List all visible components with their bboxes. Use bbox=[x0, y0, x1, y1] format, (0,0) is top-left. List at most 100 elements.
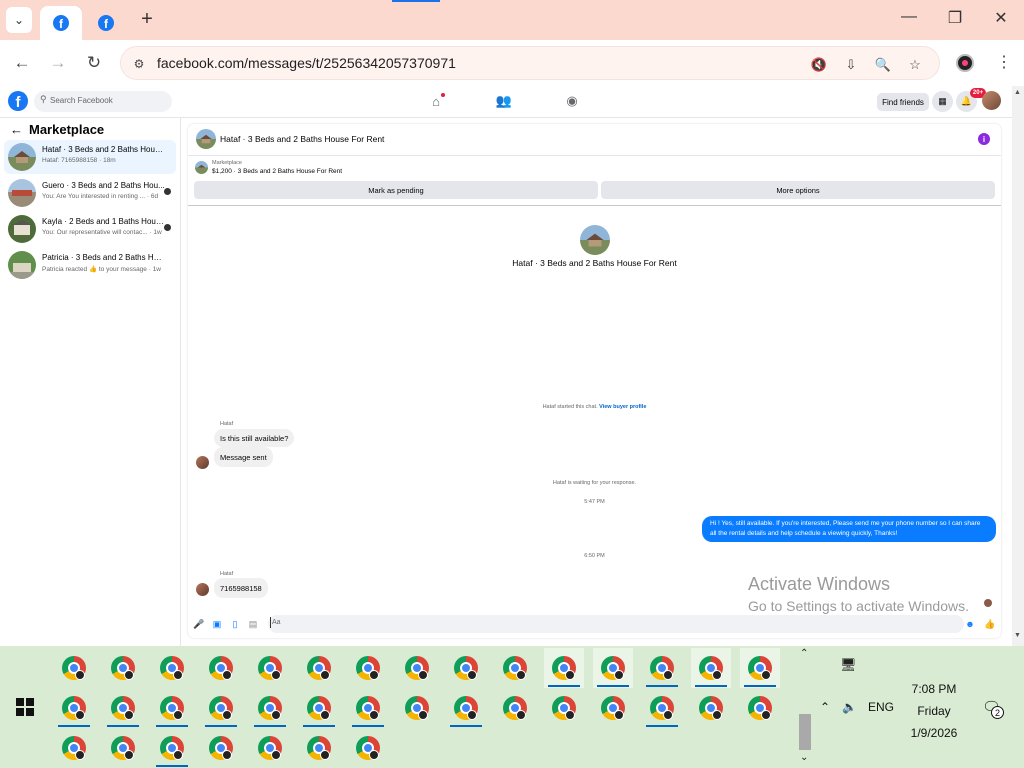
forward-button[interactable]: → bbox=[46, 51, 70, 75]
sender-avatar[interactable] bbox=[196, 583, 209, 596]
chrome-profile-taskbar-icon[interactable] bbox=[201, 648, 241, 688]
chrome-profile-taskbar-icon[interactable] bbox=[201, 688, 241, 728]
chrome-profile-taskbar-icon[interactable] bbox=[103, 648, 143, 688]
like-thumbs-up-icon[interactable]: 👍 bbox=[984, 618, 996, 630]
incoming-message[interactable]: 7165988158 bbox=[214, 578, 268, 598]
reload-button[interactable]: ↻ bbox=[82, 51, 106, 75]
house-thumbnail[interactable] bbox=[195, 161, 208, 174]
action-center-icon[interactable]: 🗨 2 bbox=[982, 698, 1004, 719]
incoming-message[interactable]: Is this still available? bbox=[214, 429, 295, 447]
chrome-profile-taskbar-icon[interactable] bbox=[348, 648, 388, 688]
maximize-button[interactable]: ❐ bbox=[940, 8, 970, 28]
chrome-profile-taskbar-icon[interactable] bbox=[250, 688, 290, 728]
chrome-profile-taskbar-icon[interactable] bbox=[446, 648, 486, 688]
chrome-profile-taskbar-icon[interactable] bbox=[740, 688, 780, 728]
chrome-profile-taskbar-icon[interactable] bbox=[54, 728, 94, 768]
chrome-profile-taskbar-icon[interactable] bbox=[54, 688, 94, 728]
emoji-icon[interactable]: ☻ bbox=[964, 618, 976, 630]
volume-icon[interactable]: 🔈 bbox=[842, 700, 857, 714]
listing-price-title[interactable]: $1,200 · 3 Beds and 2 Baths House For Re… bbox=[212, 168, 342, 175]
language-indicator[interactable]: ENG bbox=[868, 700, 894, 714]
chrome-profile-taskbar-icon[interactable] bbox=[544, 688, 584, 728]
zoom-icon[interactable]: 🔍 bbox=[873, 55, 893, 75]
view-buyer-profile-link[interactable]: View buyer profile bbox=[599, 404, 646, 410]
chrome-profile-taskbar-icon[interactable] bbox=[740, 648, 780, 688]
bookmark-star-icon[interactable]: ☆ bbox=[905, 55, 925, 75]
chrome-profile-taskbar-icon[interactable] bbox=[397, 688, 437, 728]
desktop-icon[interactable]: 🖥 bbox=[840, 657, 860, 673]
scroll-up-icon[interactable]: ▲ bbox=[1014, 89, 1021, 96]
chrome-profile-taskbar-icon[interactable] bbox=[642, 648, 682, 688]
chrome-profile-taskbar-icon[interactable] bbox=[103, 728, 143, 768]
chrome-profile-taskbar-icon[interactable] bbox=[103, 688, 143, 728]
system-clock[interactable]: 7:08 PM Friday 1/9/2026 bbox=[898, 678, 970, 744]
chrome-profile-taskbar-icon[interactable] bbox=[348, 688, 388, 728]
install-app-icon[interactable]: ⇩ bbox=[841, 55, 861, 75]
search-facebook-input[interactable]: ⚲ Search Facebook bbox=[34, 91, 172, 112]
scroll-down-icon[interactable]: ▼ bbox=[1014, 632, 1021, 639]
show-hidden-icons-chevron-icon[interactable]: ⌃ bbox=[820, 700, 830, 714]
chrome-profile-taskbar-icon[interactable] bbox=[593, 688, 633, 728]
windows-start-icon[interactable] bbox=[16, 698, 34, 716]
friends-icon[interactable]: 👥 bbox=[495, 93, 513, 109]
conversation-item-guero[interactable]: Guero · 3 Beds and 2 Baths Hou... You: A… bbox=[4, 176, 176, 210]
menu-grid-icon[interactable]: ▦ bbox=[932, 91, 953, 112]
page-scrollbar[interactable]: ▲ ▼ bbox=[1012, 86, 1024, 646]
back-arrow-icon[interactable]: ← bbox=[10, 122, 23, 137]
outgoing-message[interactable]: Hi ! Yes, still available. If you're int… bbox=[702, 516, 996, 542]
chrome-profile-taskbar-icon[interactable] bbox=[691, 648, 731, 688]
chrome-profile-taskbar-icon[interactable] bbox=[446, 688, 486, 728]
house-thumbnail-large[interactable] bbox=[580, 225, 610, 255]
back-button[interactable]: ← bbox=[10, 51, 34, 75]
chrome-profile-taskbar-icon[interactable] bbox=[299, 688, 339, 728]
tab-facebook-messages[interactable]: f bbox=[40, 6, 82, 40]
chrome-profile-taskbar-icon[interactable] bbox=[250, 728, 290, 768]
chrome-profile-taskbar-icon[interactable] bbox=[299, 728, 339, 768]
chrome-profile-taskbar-icon[interactable] bbox=[348, 728, 388, 768]
chrome-profile-taskbar-icon[interactable] bbox=[54, 648, 94, 688]
chrome-profile-taskbar-icon[interactable] bbox=[152, 648, 192, 688]
chrome-profile-taskbar-icon[interactable] bbox=[201, 728, 241, 768]
chrome-profile-taskbar-icon[interactable] bbox=[642, 688, 682, 728]
photo-icon[interactable]: ▣ bbox=[211, 618, 223, 630]
find-friends-button[interactable]: Find friends bbox=[877, 93, 929, 111]
conversation-item-patricia[interactable]: Patricia · 3 Beds and 2 Baths Hous... Pa… bbox=[4, 248, 176, 282]
chrome-profile-taskbar-icon[interactable] bbox=[152, 688, 192, 728]
chrome-profile-taskbar-icon[interactable] bbox=[495, 648, 535, 688]
incoming-message[interactable]: Message sent bbox=[214, 447, 273, 467]
facebook-logo-icon[interactable]: f bbox=[8, 91, 28, 111]
chrome-profile-taskbar-icon[interactable] bbox=[250, 648, 290, 688]
new-tab-button[interactable]: + bbox=[136, 8, 158, 31]
message-input[interactable]: Aa bbox=[268, 615, 964, 633]
chrome-profile-taskbar-icon[interactable] bbox=[299, 648, 339, 688]
mute-tab-icon[interactable]: 🔇 bbox=[809, 55, 829, 75]
conversation-item-hataf[interactable]: Hataf · 3 Beds and 2 Baths House ... Hat… bbox=[4, 140, 176, 174]
chrome-profile-taskbar-icon[interactable] bbox=[397, 648, 437, 688]
close-window-button[interactable]: ✕ bbox=[986, 8, 1016, 28]
conversation-item-kayla[interactable]: Kayla · 2 Beds and 1 Baths Hous... You: … bbox=[4, 212, 176, 246]
tab-facebook[interactable]: f bbox=[86, 6, 126, 40]
minimize-button[interactable]: — bbox=[894, 8, 924, 26]
chrome-profile-taskbar-icon[interactable] bbox=[544, 648, 584, 688]
conversation-info-icon[interactable]: i bbox=[978, 133, 990, 145]
chat-title[interactable]: Hataf · 3 Beds and 2 Baths House For Ren… bbox=[220, 134, 384, 144]
chevron-down-icon[interactable]: ⌄ bbox=[800, 752, 808, 763]
chrome-profile-taskbar-icon[interactable] bbox=[691, 688, 731, 728]
site-info-icon[interactable]: ⚙ bbox=[129, 54, 149, 74]
profile-avatar-icon[interactable] bbox=[956, 54, 974, 72]
browser-menu-icon[interactable]: ⋮ bbox=[996, 52, 1012, 72]
microphone-icon[interactable]: 🎤 bbox=[193, 618, 205, 630]
chrome-profile-taskbar-icon[interactable] bbox=[593, 648, 633, 688]
groups-icon[interactable]: ◉ bbox=[563, 93, 581, 109]
tab-search-button[interactable]: ⌄ bbox=[6, 7, 32, 33]
more-options-button[interactable]: More options bbox=[601, 181, 995, 199]
chrome-profile-taskbar-icon[interactable] bbox=[495, 688, 535, 728]
house-thumbnail[interactable] bbox=[196, 129, 216, 149]
sender-avatar[interactable] bbox=[196, 456, 209, 469]
address-bar[interactable]: ⚙ facebook.com/messages/t/25256342057370… bbox=[120, 46, 940, 80]
sticker-icon[interactable]: ▯ bbox=[229, 618, 241, 630]
gif-icon[interactable]: ▤ bbox=[247, 618, 259, 630]
chrome-profile-taskbar-icon[interactable] bbox=[152, 728, 192, 768]
taskbar-scrollbar[interactable]: ⌃ ⌄ bbox=[797, 646, 813, 768]
chevron-up-icon[interactable]: ⌃ bbox=[800, 648, 808, 659]
